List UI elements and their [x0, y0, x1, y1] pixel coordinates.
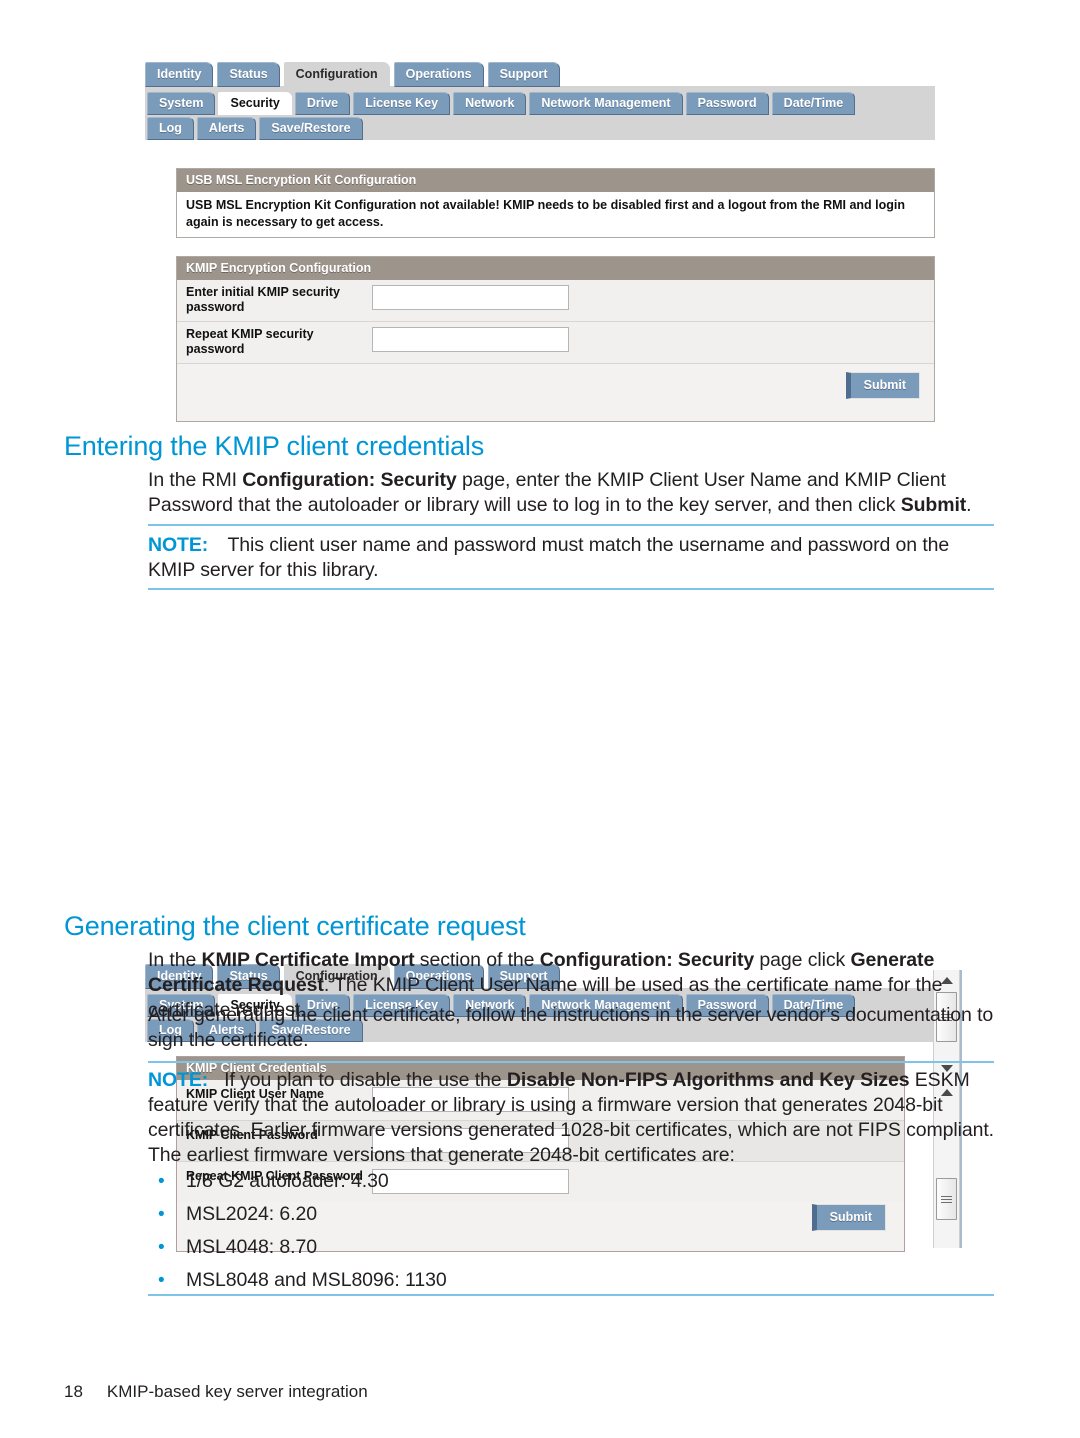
note-rule-bottom-2 [148, 1294, 994, 1296]
paragraph-after-generating: After generating the client certificate,… [148, 1003, 994, 1053]
note-rule-top-1 [148, 524, 994, 526]
form-row-repeat-kmip-password: Repeat KMIP security password [177, 322, 934, 364]
note-rule-bottom-1 [148, 588, 994, 590]
list-item: • 1/8 G2 autoloader: 4.30 [148, 1169, 994, 1194]
input-initial-kmip-password[interactable] [372, 285, 569, 310]
note-2-run-1: Disable Non-FIPS Algorithms and Key Size… [506, 1069, 910, 1091]
input-repeat-kmip-password[interactable] [372, 327, 569, 352]
subtab-security[interactable]: Security [218, 92, 292, 115]
tab-operations[interactable]: Operations [393, 62, 484, 87]
list-item-label: 1/8 G2 autoloader: 4.30 [186, 1170, 389, 1192]
entering-credentials-run-0: In the RMI [148, 469, 243, 491]
subtab-password[interactable]: Password [685, 92, 769, 115]
certificate-import-run-4: page click [754, 949, 851, 971]
list-item: • MSL8048 and MSL8096: 1130 [148, 1268, 994, 1293]
note-block-1: NOTE: This client user name and password… [148, 533, 994, 583]
list-item: • MSL2024: 6.20 [148, 1202, 994, 1227]
subtab-drive[interactable]: Drive [294, 92, 351, 115]
sub-tab-row-1b: Log Alerts Save/Restore [145, 117, 935, 140]
section-heading-generating-certificate-request: Generating the client certificate reques… [64, 911, 526, 941]
footer-title: KMIP-based key server integration [106, 1382, 368, 1401]
subtab-network[interactable]: Network [453, 92, 527, 115]
section-heading-entering-kmip-credentials: Entering the KMIP client credentials [64, 431, 485, 461]
bullet-icon: • [158, 1204, 165, 1225]
list-item-label: MSL4048: 8.70 [186, 1236, 317, 1258]
subtab-date-time[interactable]: Date/Time [771, 92, 856, 115]
bullet-icon: • [158, 1171, 165, 1192]
after-generating-run-0: After generating the client certificate,… [148, 1004, 994, 1051]
form-row-initial-kmip-password: Enter initial KMIP security password [177, 280, 934, 322]
certificate-import-run-2: section of the [414, 949, 540, 971]
paragraph-entering-credentials: In the RMI Configuration: Security page,… [148, 468, 994, 518]
list-item-label: MSL2024: 6.20 [186, 1203, 317, 1225]
usb-panel-message: USB MSL Encryption Kit Configuration not… [177, 192, 934, 237]
subtab-alerts[interactable]: Alerts [196, 117, 257, 140]
certificate-import-run-3: Configuration: Security [539, 949, 755, 971]
note-rule-top-2 [148, 1061, 994, 1063]
subtab-system[interactable]: System [147, 92, 216, 115]
note-2-run-0: If you plan to disable the use the [224, 1069, 507, 1091]
kmip-panel-title: KMIP Encryption Configuration [177, 257, 934, 280]
entering-credentials-run-1: Configuration: Security [242, 469, 457, 491]
list-item: • MSL4048: 8.70 [148, 1235, 994, 1260]
tab-support[interactable]: Support [487, 62, 560, 87]
note-block-2: NOTE: If you plan to disable the use the… [148, 1068, 994, 1168]
list-item-label: MSL8048 and MSL8096: 1130 [186, 1269, 447, 1291]
label-initial-kmip-password: Enter initial KMIP security password [186, 285, 340, 314]
submit-button-kmip-encryption[interactable]: Submit [845, 372, 920, 399]
sub-tab-bar-1: System Security Drive License Key Network Net… [145, 86, 935, 140]
usb-msl-encryption-panel: USB MSL Encryption Kit Configuration USB… [176, 168, 935, 238]
bullet-icon: • [158, 1270, 165, 1291]
subtab-save-restore[interactable]: Save/Restore [259, 117, 363, 140]
entering-credentials-run-4: . [966, 494, 972, 516]
rmi-screenshot-encryption-config: Identity Status Configuration Operations Sup… [145, 62, 935, 422]
tab-configuration[interactable]: Configuration [283, 62, 390, 87]
note-label-spacer [208, 1069, 224, 1091]
usb-panel-title: USB MSL Encryption Kit Configuration [177, 169, 934, 192]
subtab-network-management[interactable]: Network Management [529, 92, 683, 115]
certificate-import-run-1: KMIP Certificate Import [201, 949, 415, 971]
entering-credentials-run-3: Submit [900, 494, 967, 516]
certificate-import-run-0: In the [148, 949, 202, 971]
note-label-2: NOTE: [148, 1069, 209, 1091]
kmip-panel-button-row: Submit [177, 364, 934, 421]
label-repeat-kmip-password: Repeat KMIP security password [186, 327, 314, 356]
note-text-1: This client user name and password must … [148, 534, 950, 581]
tab-status[interactable]: Status [217, 62, 280, 87]
subtab-log[interactable]: Log [147, 117, 194, 140]
note-label-1: NOTE: [148, 534, 209, 556]
sub-tab-row-1a: System Security Drive License Key Network Net… [145, 92, 935, 115]
tab-identity[interactable]: Identity [145, 62, 214, 87]
page-number: 18 [64, 1382, 83, 1401]
bullet-icon: • [158, 1237, 165, 1258]
primary-tab-row-1: Identity Status Configuration Operations Sup… [145, 62, 935, 87]
document-page: Identity Status Configuration Operations Sup… [0, 0, 1080, 1438]
subtab-license-key[interactable]: License Key [353, 92, 451, 115]
kmip-encryption-config-panel: KMIP Encryption Configuration Enter init… [176, 256, 935, 422]
firmware-version-list: • 1/8 G2 autoloader: 4.30 • MSL2024: 6.2… [148, 1169, 994, 1293]
